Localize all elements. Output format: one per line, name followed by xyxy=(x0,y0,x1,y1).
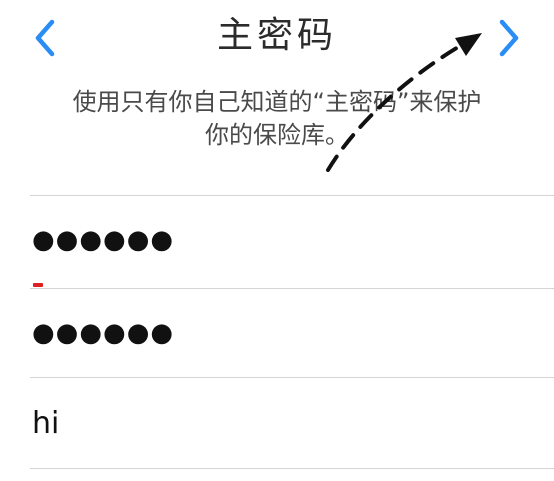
next-button[interactable] xyxy=(488,16,532,60)
divider-bottom xyxy=(30,468,554,469)
instruction-line-2: 你的保险库。 xyxy=(205,121,349,149)
instruction-line-1: 使用只有你自己知道的“主密码”来保护 xyxy=(72,88,482,116)
divider-top xyxy=(30,195,554,196)
divider-1 xyxy=(30,288,554,289)
instruction-text: 使用只有你自己知道的“主密码”来保护 你的保险库。 xyxy=(20,86,534,152)
chevron-right-icon xyxy=(499,19,519,57)
confirm-password-field[interactable] xyxy=(32,303,532,363)
password-hint-field[interactable] xyxy=(32,393,532,453)
navigation-bar: 主密码 xyxy=(0,0,554,80)
master-password-field[interactable] xyxy=(32,210,532,270)
page-title: 主密码 xyxy=(216,15,337,56)
error-indicator xyxy=(33,283,43,287)
divider-2 xyxy=(30,377,554,378)
